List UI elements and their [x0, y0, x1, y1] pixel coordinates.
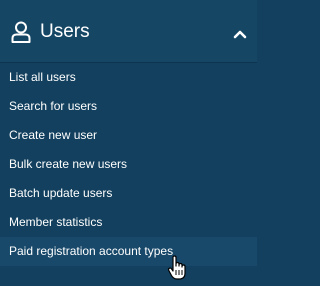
menu-item-paid-registration-account-types[interactable]: Paid registration account types [0, 237, 257, 266]
section-title: Users [40, 21, 90, 42]
menu-item-search-for-users[interactable]: Search for users [0, 92, 257, 121]
menu-item-create-new-user[interactable]: Create new user [0, 121, 257, 150]
menu-item-list-all-users[interactable]: List all users [0, 63, 257, 92]
menu-item-member-statistics[interactable]: Member statistics [0, 208, 257, 237]
menu-item-batch-update-users[interactable]: Batch update users [0, 179, 257, 208]
user-icon [11, 21, 31, 43]
chevron-up-icon[interactable] [232, 27, 248, 39]
users-section-header[interactable]: Users [0, 0, 257, 62]
hand-pointer-icon [167, 255, 189, 281]
menu-item-bulk-create-new-users[interactable]: Bulk create new users [0, 150, 257, 179]
users-menu-panel: Users List all users Search for users Cr… [0, 0, 257, 282]
